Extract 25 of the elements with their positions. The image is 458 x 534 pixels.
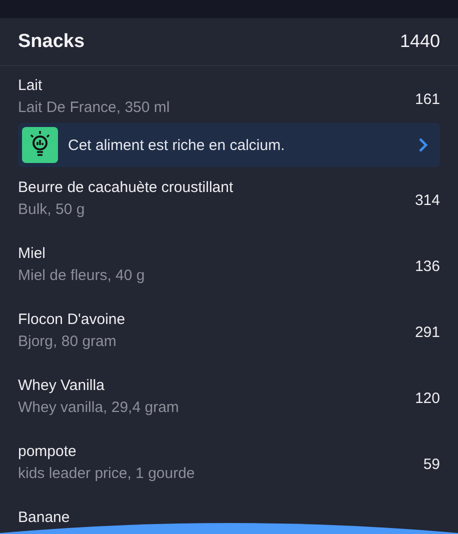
section-total: 1440: [400, 31, 440, 52]
food-name[interactable]: Whey Vanilla: [18, 377, 179, 395]
section-title: Snacks: [18, 30, 85, 52]
food-detail: Bulk, 50 g: [18, 200, 86, 220]
food-name[interactable]: Beurre de cacahuète croustillant: [18, 179, 234, 197]
tip-banner[interactable]: Cet aliment est riche en calcium.: [18, 123, 440, 167]
food-detail: Miel de fleurs, 40 g: [18, 266, 145, 286]
food-detail: kids leader price, 1 gourde: [18, 464, 195, 484]
calorie-count: 136: [414, 258, 440, 274]
food-name[interactable]: pompote: [18, 443, 195, 461]
calorie-count: 120: [414, 390, 440, 406]
food-name[interactable]: Miel: [18, 245, 145, 263]
lightbulb-icon: [22, 127, 58, 163]
calorie-count: 59: [423, 456, 440, 472]
calorie-count: 314: [414, 192, 440, 208]
food-name[interactable]: Banane: [18, 509, 70, 527]
food-detail: Bjorg, 80 gram: [18, 332, 118, 352]
calorie-count: 291: [414, 324, 440, 340]
calorie-count: 161: [414, 91, 440, 108]
food-name[interactable]: Lait: [18, 77, 170, 95]
food-name[interactable]: Flocon D'avoine: [18, 311, 126, 329]
food-detail: Lait De France, 350 ml: [18, 98, 170, 118]
food-detail: Whey vanilla, 29,4 gram: [18, 398, 179, 418]
tip-text: Cet aliment est riche en calcium.: [68, 136, 286, 154]
chevron-right-icon: [418, 137, 428, 153]
